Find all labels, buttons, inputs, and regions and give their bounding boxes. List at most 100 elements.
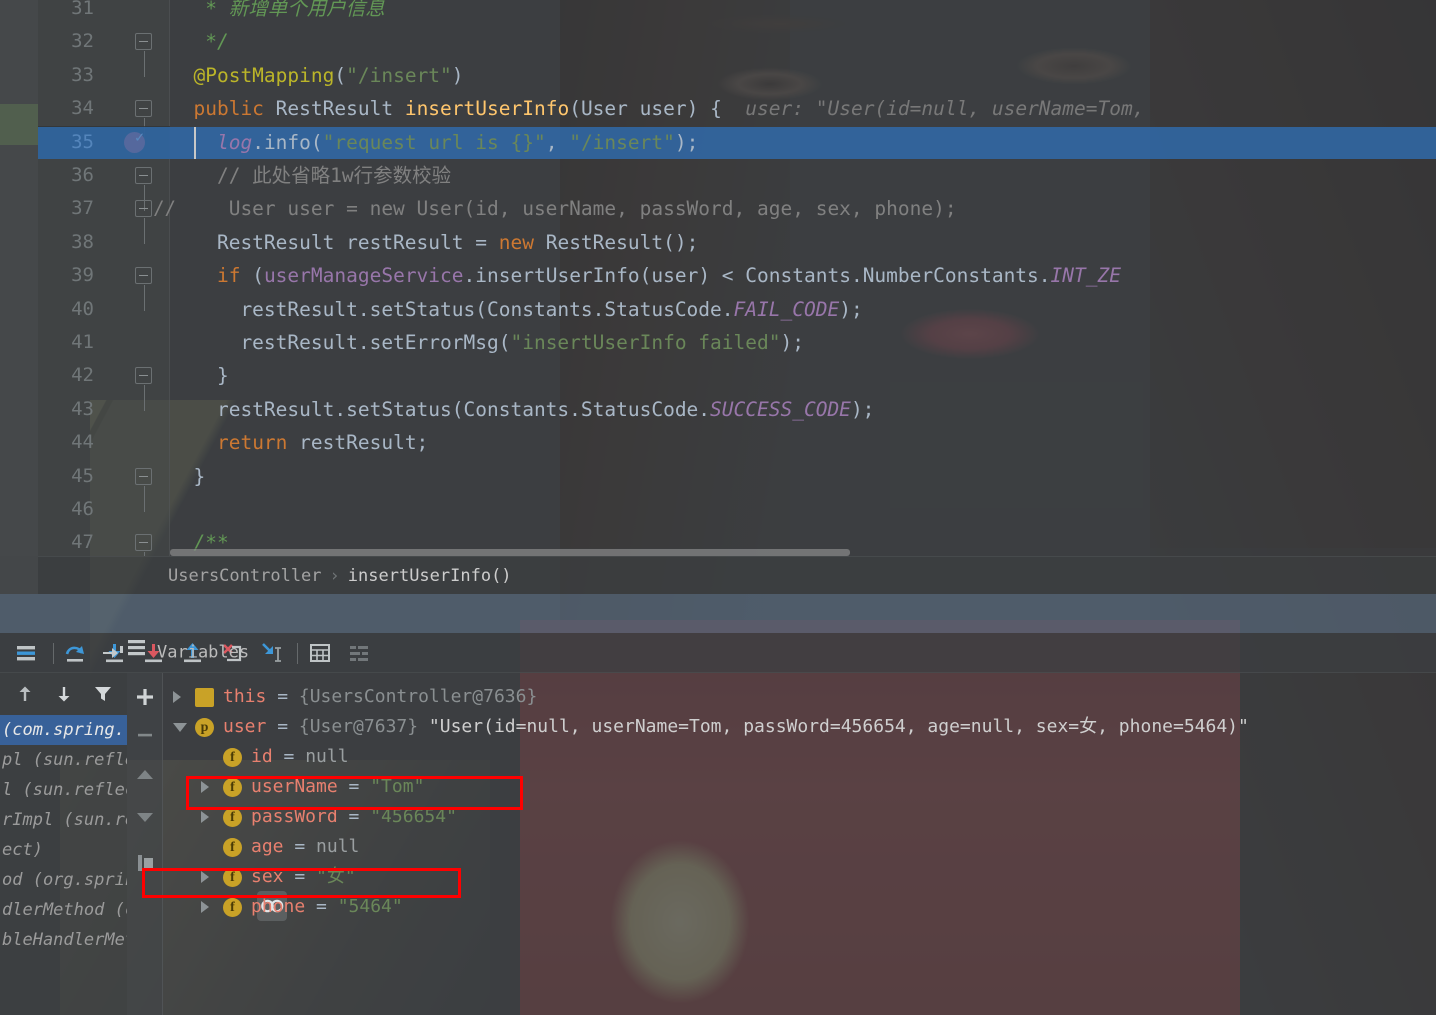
- code-line-35[interactable]: log.info("request url is {}", "/insert")…: [170, 126, 698, 159]
- fold-marker-icon[interactable]: [135, 33, 152, 50]
- chevron-down-icon[interactable]: [173, 723, 187, 732]
- code-line-31[interactable]: * 新增单个用户信息: [170, 0, 385, 25]
- move-watch-up-button[interactable]: [133, 763, 157, 787]
- code-line-41[interactable]: restResult.setErrorMsg("insertUserInfo f…: [170, 326, 804, 359]
- gutter-line-31[interactable]: 31: [38, 0, 170, 25]
- fold-marker-icon[interactable]: [135, 267, 152, 284]
- thread-up-icon[interactable]: [13, 682, 37, 706]
- add-watch-button[interactable]: [133, 685, 157, 709]
- gutter-line-38[interactable]: 38: [38, 226, 170, 259]
- code-line-39[interactable]: if (userManageService.insertUserInfo(use…: [170, 259, 1121, 292]
- stack-frame-row[interactable]: dlerMethod (c: [0, 895, 127, 925]
- variables-tree[interactable]: this = {UsersController@7636} puser = {U…: [163, 673, 1436, 1015]
- gutter-line-41[interactable]: 41: [38, 326, 170, 359]
- step-over-icon[interactable]: [62, 639, 90, 667]
- gutter-line-43[interactable]: 43: [38, 393, 170, 426]
- stack-frame-row[interactable]: od (org.sprin: [0, 865, 127, 895]
- code-line-33[interactable]: @PostMapping("/insert"): [170, 59, 464, 92]
- gutter-line-37[interactable]: 37//: [38, 192, 170, 225]
- code-token: */: [170, 30, 229, 53]
- code-line-37[interactable]: User user = new User(id, userName, passW…: [170, 192, 957, 225]
- variable-reference: {UsersController@7636}: [299, 686, 537, 707]
- thread-down-icon[interactable]: [52, 682, 76, 706]
- variable-name: this: [223, 686, 266, 707]
- gutter-line-45[interactable]: 45: [38, 460, 170, 493]
- variable-row-id[interactable]: fid = null: [163, 742, 1436, 772]
- code-line-34[interactable]: public RestResult insertUserInfo(User us…: [170, 92, 1144, 125]
- field-icon: f: [223, 808, 242, 827]
- frames-list[interactable]: (com.spring.pl (sun.reflel (sun.reflecrI…: [0, 715, 127, 1015]
- code-token: new: [499, 231, 534, 254]
- variables-tab[interactable]: Variables: [127, 633, 1436, 672]
- variables-side-toolbar[interactable]: [127, 673, 163, 1015]
- code-line-43[interactable]: restResult.setStatus(Constants.StatusCod…: [170, 393, 874, 426]
- variable-value: null: [305, 746, 348, 767]
- code-token: // 此处省略1w行参数校验: [170, 164, 451, 187]
- frames-toolbar[interactable]: [0, 673, 127, 715]
- gutter-line-44[interactable]: 44: [38, 426, 170, 459]
- gutter-line-46[interactable]: 46: [38, 493, 170, 526]
- stack-frame-row[interactable]: pl (sun.refle: [0, 745, 127, 775]
- stack-frame-row[interactable]: bleHandlerMet: [0, 925, 127, 955]
- code-line-42[interactable]: }: [170, 359, 229, 392]
- breadcrumb-class[interactable]: UsersController: [168, 566, 322, 586]
- code-line-40[interactable]: restResult.setStatus(Constants.StatusCod…: [170, 293, 863, 326]
- line-number-gutter[interactable]: 3132333435✓3637//38394041424344454647: [38, 0, 170, 556]
- debug-body[interactable]: (com.spring.pl (sun.reflel (sun.reflecrI…: [0, 673, 1436, 1015]
- gutter-line-42[interactable]: 42: [38, 359, 170, 392]
- chevron-right-icon[interactable]: [173, 691, 181, 703]
- breadcrumb-separator-icon: ›: [322, 566, 348, 586]
- red-box-id-field: [186, 776, 523, 810]
- variable-row-this[interactable]: this = {UsersController@7636}: [163, 682, 1436, 712]
- show-execution-point-icon[interactable]: [12, 639, 40, 667]
- code-line-38[interactable]: RestResult restResult = new RestResult()…: [170, 226, 698, 259]
- variable-row-age[interactable]: fage = null: [163, 832, 1436, 862]
- code-token: RestResult: [264, 97, 405, 120]
- fold-marker-icon[interactable]: [135, 100, 152, 117]
- stack-frame-row[interactable]: rImpl (sun.re: [0, 805, 127, 835]
- vcs-gutter[interactable]: [0, 0, 38, 556]
- gutter-line-36[interactable]: 36: [38, 159, 170, 192]
- remove-watch-button[interactable]: [133, 723, 157, 747]
- move-watch-down-button[interactable]: [133, 805, 157, 829]
- code-line-36[interactable]: // 此处省略1w行参数校验: [170, 159, 451, 192]
- fold-marker-icon[interactable]: [135, 367, 152, 384]
- gutter-line-40[interactable]: 40: [38, 293, 170, 326]
- code-token: FAIL_CODE: [734, 298, 840, 321]
- restore-layout-icon[interactable]: [100, 641, 126, 665]
- variable-name: age: [251, 836, 284, 857]
- filter-frames-icon[interactable]: [91, 682, 115, 706]
- variable-value: "5464": [338, 896, 403, 917]
- frames-panel[interactable]: (com.spring.pl (sun.reflel (sun.reflecrI…: [0, 673, 127, 1015]
- toolbar-separator-1: [53, 643, 54, 664]
- code-token: restResult;: [287, 431, 428, 454]
- gutter-line-34[interactable]: 34: [38, 92, 170, 125]
- variable-equals: =: [284, 836, 317, 857]
- breadcrumb-method[interactable]: insertUserInfo(): [348, 566, 512, 586]
- code-line-32[interactable]: */: [170, 25, 229, 58]
- gutter-line-33[interactable]: 33: [38, 59, 170, 92]
- code-line-44[interactable]: return restResult;: [170, 426, 428, 459]
- variable-row-user[interactable]: puser = {User@7637} "User(id=null, userN…: [163, 712, 1436, 742]
- stack-frame-row[interactable]: ect): [0, 835, 127, 865]
- fold-marker-icon[interactable]: [135, 534, 152, 551]
- breadcrumb[interactable]: UsersController›insertUserInfo(): [38, 556, 1436, 594]
- gutter-line-32[interactable]: 32: [38, 25, 170, 58]
- chevron-right-icon[interactable]: [201, 901, 209, 913]
- line-number: 42: [71, 359, 170, 392]
- horizontal-scrollbar[interactable]: [170, 548, 1436, 556]
- stack-frame-row[interactable]: l (sun.reflec: [0, 775, 127, 805]
- code-editor[interactable]: 3132333435✓3637//38394041424344454647 * …: [0, 0, 1436, 556]
- line-number: 41: [71, 326, 170, 359]
- vcs-change-marker[interactable]: [0, 104, 38, 145]
- gutter-line-39[interactable]: 39: [38, 259, 170, 292]
- fold-marker-icon[interactable]: [135, 167, 152, 184]
- scrollbar-thumb[interactable]: [170, 549, 850, 556]
- gutter-line-47[interactable]: 47: [38, 526, 170, 556]
- code-text-area[interactable]: * 新增单个用户信息 */ @PostMapping("/insert") pu…: [170, 0, 1436, 548]
- fold-marker-icon[interactable]: [135, 200, 152, 217]
- stack-frame-row[interactable]: (com.spring.: [0, 715, 127, 745]
- fold-marker-icon[interactable]: [135, 468, 152, 485]
- code-line-45[interactable]: }: [170, 460, 205, 493]
- chevron-right-icon[interactable]: [201, 811, 209, 823]
